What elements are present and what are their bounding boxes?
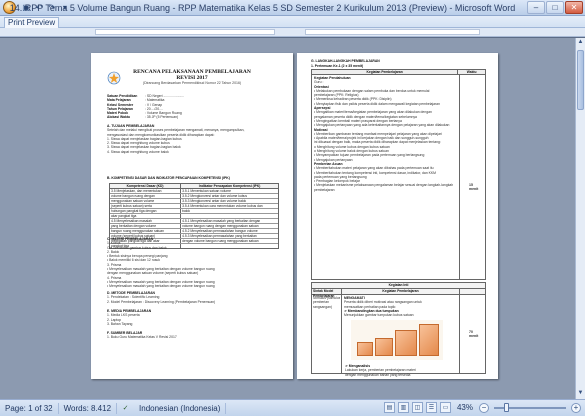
word-count[interactable]: Words: 8.412 [59, 402, 118, 414]
section-materi: C. MATERI PEMBELAJARAN 1. Kubus Ciri-cir… [107, 237, 215, 289]
web-layout-icon[interactable]: ◫ [411, 402, 423, 413]
section-metode: D. METODE PEMBELAJARAN 1. Pendekatan : S… [107, 291, 216, 304]
steps-text: Kegiatan Pendahuluan Guru : Orientasi • … [312, 75, 460, 279]
outline-view-icon[interactable]: ☰ [425, 402, 437, 413]
steps-table: Kegiatan Pembelajaran Waktu Kegiatan Pen… [311, 69, 486, 280]
time-inti: 70 menit [469, 330, 479, 338]
zoom-slider[interactable] [494, 402, 566, 412]
section-sumber: F. SUMBER BELAJAR 1. Buku Guru Matematik… [107, 331, 177, 340]
section-langkah: G. LANGKAH-LANGKAH PEMBELAJARAN [311, 59, 380, 63]
close-button[interactable]: ✕ [565, 1, 583, 14]
time-pendahuluan: 15 menit [469, 183, 479, 191]
rpp-subtitle: (Dirancang Berdasarkan Permendikbud Nomo… [142, 81, 242, 85]
cube-stack-image [351, 320, 443, 360]
document-page-2[interactable]: G. LANGKAH-LANGKAH PEMBELAJARAN 1. Perte… [297, 53, 498, 379]
tab-print-preview[interactable]: Print Preview [4, 17, 60, 28]
section-kd: B. KOMPETENSI DASAR DAN INDIKATOR PENCAP… [107, 176, 230, 180]
zoom-level[interactable]: 43% [457, 403, 473, 412]
proofing-check-icon[interactable]: ✓ [121, 404, 130, 413]
language-indicator[interactable]: Indonesian (Indonesia) [134, 402, 227, 414]
zoom-slider-thumb[interactable] [504, 402, 510, 412]
school-logo-icon [107, 71, 121, 85]
scroll-down-icon[interactable]: ▼ [577, 390, 584, 398]
maximize-button[interactable]: □ [546, 1, 564, 14]
title-bar: ▣ ↶ ↷ ▾ 14. RPP Tema 5 Volume Bangun Rua… [0, 0, 585, 16]
full-screen-reading-icon[interactable]: ▥ [397, 402, 409, 413]
status-bar: Page: 1 of 32 Words: 8.412 ✓ Indonesian … [0, 399, 585, 416]
ruler-page-1 [95, 29, 275, 35]
ruler-page-2 [305, 29, 480, 35]
window-controls: – □ ✕ [527, 1, 583, 14]
analysis-text: ➢ Menganalisis Lakukan kerja, pemberian … [345, 364, 416, 377]
scroll-thumb[interactable] [577, 50, 584, 110]
identity-table: Satuan Pendidikan: SD Negeri ...........… [107, 94, 185, 120]
draft-view-icon[interactable]: ▭ [439, 402, 451, 413]
minimize-button[interactable]: – [527, 1, 545, 14]
section-media: E. MEDIA PEMBELAJARAN 1. Media LKS peser… [107, 309, 152, 326]
window-title: 14. RPP Tema 5 Volume Bangun Ruang - RPP… [9, 3, 516, 13]
print-layout-view-icon[interactable]: ▤ [383, 402, 395, 413]
zoom-out-button[interactable]: − [479, 402, 489, 413]
horizontal-ruler[interactable] [0, 28, 585, 37]
page-count[interactable]: Page: 1 of 32 [0, 402, 59, 414]
scroll-up-icon[interactable]: ▲ [577, 39, 584, 47]
section-tujuan: A. TUJUAN PEMBELAJARAN Setelah dan melal… [107, 124, 245, 154]
vertical-scrollbar[interactable]: ▲ ▼ [575, 38, 585, 399]
document-page-1[interactable]: RENCANA PELAKSANAAN PEMBELAJARAN REVISI … [91, 53, 293, 379]
meeting-heading: 1. Pertemuan Ke-1 (2 x 35 menit) [311, 64, 364, 68]
ribbon: Print Preview [0, 16, 585, 28]
zoom-in-button[interactable]: + [571, 402, 581, 413]
